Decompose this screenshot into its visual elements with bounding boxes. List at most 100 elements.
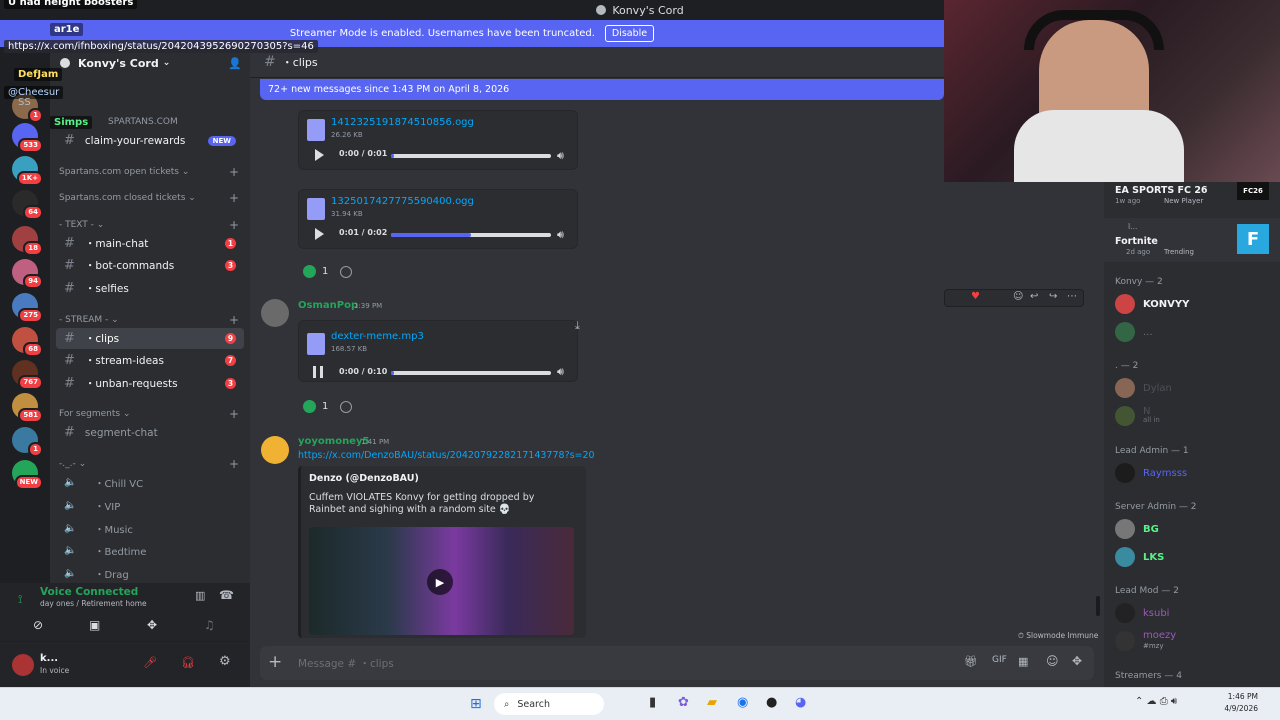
download-icon[interactable]: ⤓ (575, 319, 580, 333)
add-reaction-icon[interactable] (340, 400, 353, 413)
pause-icon[interactable] (313, 366, 323, 378)
category-stream[interactable]: - STREAM - ⌄ + (59, 313, 239, 327)
channel-claim-your-rewards[interactable]: # claim-your-rewards NEW (56, 130, 244, 151)
audio-progress-bar[interactable] (391, 233, 551, 237)
plus-icon[interactable]: + (229, 313, 239, 327)
channel-clips[interactable]: # ・clips 9 (56, 328, 244, 349)
server-icon[interactable]: NEW (12, 460, 43, 490)
member-item[interactable]: ksubi (1115, 603, 1169, 623)
embed-video-thumbnail[interactable]: ▶ (309, 527, 574, 635)
soundboard-icon[interactable]: ♫ (204, 618, 215, 632)
member-item[interactable]: Nall in (1115, 406, 1160, 426)
voice-channel[interactable]: 🔈 ・Chill VC (56, 472, 143, 492)
plus-icon[interactable]: + (229, 191, 239, 205)
member-item[interactable]: ... (1115, 322, 1153, 342)
plus-icon[interactable]: + (229, 218, 239, 232)
server-icon[interactable]: 767 (12, 360, 43, 390)
file-name[interactable]: 1325017427775590400.ogg (331, 196, 474, 207)
channel-stream-ideas[interactable]: # ・stream-ideas 7 (56, 350, 244, 371)
member-item[interactable]: KONVYY (1115, 294, 1189, 314)
channel-bot-commands[interactable]: # ・bot-commands 3 (56, 255, 244, 276)
server-icon[interactable]: 64 (12, 190, 43, 220)
audio-progress-bar[interactable] (391, 154, 551, 158)
disconnect-icon[interactable]: ☎ (219, 588, 234, 602)
file-explorer-icon[interactable]: ▰ (707, 695, 717, 710)
add-reaction-icon[interactable]: ☺ (1013, 291, 1023, 302)
server-icon[interactable]: 533 (12, 123, 43, 153)
server-icon[interactable]: 18 (12, 226, 43, 256)
play-icon[interactable]: ▶ (427, 569, 453, 595)
voice-location[interactable]: day ones / Retirement home (40, 599, 147, 608)
reply-icon[interactable]: ↩ (1030, 291, 1038, 302)
file-name[interactable]: dexter-meme.mp3 (331, 331, 424, 342)
obs-icon[interactable]: ● (766, 695, 777, 710)
copilot-icon[interactable]: ✿ (678, 695, 689, 710)
system-tray-icons[interactable]: ⌃ ☁ ⎙ 🔊︎ (1135, 696, 1177, 707)
chrome-icon[interactable]: ◉ (737, 695, 748, 710)
sticker-icon[interactable]: ▦ (1018, 655, 1028, 668)
activity-icon[interactable]: ✥ (147, 618, 157, 632)
clock-date[interactable]: 4/9/2026 (1213, 704, 1258, 713)
gear-icon[interactable]: ⚙ (219, 654, 231, 669)
member-item[interactable]: moezy #mzy (1115, 631, 1176, 651)
volume-icon[interactable]: 🔊︎ (557, 228, 564, 242)
apps-icon[interactable]: ✥ (1072, 654, 1082, 668)
category-closed-tickets[interactable]: Spartans.com closed tickets ⌄ + (59, 191, 239, 205)
volume-icon[interactable]: 🔊︎ (557, 365, 564, 379)
member-item[interactable]: Dylan (1115, 378, 1172, 398)
heart-icon[interactable]: ♥ (971, 291, 980, 302)
member-item[interactable]: Raymsss (1115, 463, 1187, 483)
category-voice[interactable]: -._.- ⌄ + (59, 457, 239, 471)
screen-share-icon[interactable]: ▣ (89, 618, 100, 632)
category-open-tickets[interactable]: Spartans.com open tickets ⌄ + (59, 165, 239, 179)
play-icon[interactable] (315, 149, 324, 161)
gift-icon[interactable]: 🎁︎ (964, 655, 978, 668)
mic-muted-icon[interactable]: 🎤︎ (143, 656, 157, 669)
noise-icon[interactable]: ▥ (195, 589, 205, 602)
emoji-icon[interactable]: ☺ (1046, 654, 1059, 668)
add-reaction-icon[interactable] (340, 265, 353, 278)
embed-author[interactable]: Denzo (@DenzoBAU) (309, 473, 419, 484)
clock-time[interactable]: 1:46 PM (1218, 692, 1258, 701)
reaction-bar[interactable]: 1 (303, 400, 353, 413)
plus-icon[interactable]: + (229, 457, 239, 471)
more-icon[interactable]: ⋯ (1067, 291, 1077, 302)
reaction-bar[interactable]: 1 (303, 265, 353, 278)
message-composer[interactable]: + Message # ・clips 🎁︎ GIF ▦ ☺ ✥ (260, 646, 1094, 680)
message-author[interactable]: OsmanPop (298, 300, 358, 311)
plus-icon[interactable]: + (229, 407, 239, 421)
volume-icon[interactable]: 🔊︎ (557, 149, 564, 163)
audio-progress-bar[interactable] (391, 371, 551, 375)
camera-off-icon[interactable]: ⊘ (33, 618, 43, 632)
voice-channel[interactable]: 🔈 ・VIP (56, 495, 120, 515)
forward-icon[interactable]: ↪ (1049, 291, 1057, 302)
deafen-icon[interactable]: 🎧︎ (181, 656, 195, 669)
taskbar-search[interactable]: ⌕ Search (494, 693, 604, 715)
member-item[interactable]: LKS (1115, 547, 1164, 567)
server-icon[interactable]: 1K+ (12, 156, 43, 186)
voice-channel[interactable]: 🔈 ・Bedtime (56, 540, 146, 560)
windows-start-icon[interactable]: ⊞ (470, 696, 482, 712)
avatar[interactable] (261, 436, 289, 464)
voice-channel[interactable]: 🔈 ・Drag (56, 563, 129, 583)
plus-icon[interactable]: + (229, 165, 239, 179)
activity-card[interactable]: I... Fortnite 2d ago Trending F (1104, 218, 1280, 262)
server-icon[interactable]: 275 (12, 293, 43, 323)
avatar[interactable] (261, 299, 289, 327)
file-name[interactable]: 1412325191874510856.ogg (331, 117, 474, 128)
server-icon[interactable]: 68 (12, 327, 43, 357)
channel-selfies[interactable]: # ・selfies (56, 278, 244, 299)
gif-icon[interactable]: GIF (992, 655, 1007, 665)
disable-button[interactable]: Disable (604, 25, 655, 42)
category-spartans[interactable]: SPARTANS.COM (108, 117, 178, 127)
message-author[interactable]: yoyomoney5 (298, 436, 369, 447)
category-text[interactable]: - TEXT - ⌄ + (59, 218, 239, 232)
channel-segment-chat[interactable]: # segment-chat (56, 422, 244, 443)
channel-main-chat[interactable]: # ・main-chat 1 (56, 233, 244, 254)
avatar[interactable] (12, 654, 34, 676)
channel-unban-requests[interactable]: # ・unban-requests 3 (56, 373, 244, 394)
category-segments[interactable]: For segments ⌄ + (59, 407, 239, 421)
message-link[interactable]: https://x.com/DenzoBAU/status/2042079228… (298, 450, 595, 461)
play-icon[interactable] (315, 228, 324, 240)
server-icon[interactable]: 581 (12, 393, 43, 423)
